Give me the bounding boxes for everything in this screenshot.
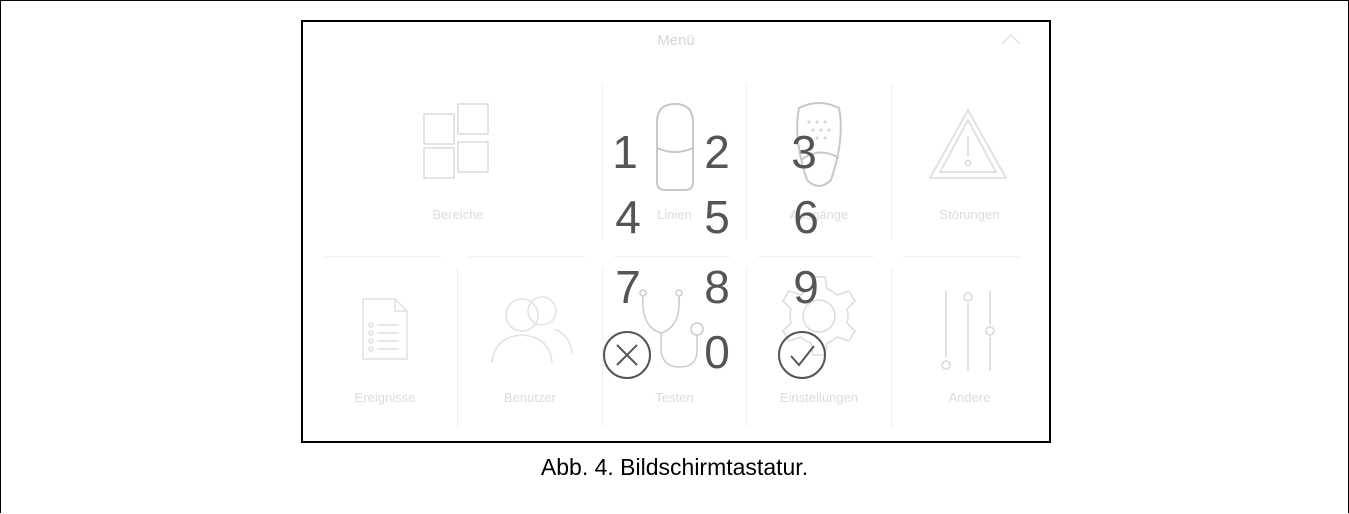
key-4[interactable]: 4 (598, 187, 658, 247)
key-5[interactable]: 5 (687, 187, 747, 247)
tile-andere[interactable]: Andere (892, 267, 1047, 427)
tile-label: Andere (948, 390, 991, 405)
tile-label: Störungen (939, 207, 1000, 222)
tile-label: Einstellungen (779, 390, 859, 405)
key-2[interactable]: 2 (687, 122, 747, 182)
key-9[interactable]: 9 (776, 257, 836, 317)
tile-label: Benutzer (503, 390, 557, 405)
warning-icon (928, 107, 1008, 179)
chevron-up-icon[interactable] (1000, 32, 1022, 46)
key-3[interactable]: 3 (774, 122, 834, 182)
tile-label: Testen (655, 390, 694, 405)
grid-divider (903, 256, 1019, 257)
tile-benutzer[interactable]: Benutzer (458, 267, 602, 427)
partitions-icon (423, 103, 489, 179)
tile-label: Bereiche (432, 207, 484, 222)
tile-label: Ereignisse (354, 390, 416, 405)
sliders-icon (941, 291, 995, 371)
key-1[interactable]: 1 (595, 122, 655, 182)
figure-caption: Abb. 4. Bildschirmtastatur. (540, 454, 809, 480)
tile-bereiche[interactable]: Bereiche (313, 84, 603, 244)
users-icon (491, 296, 573, 364)
key-6[interactable]: 6 (776, 187, 836, 247)
key-0[interactable]: 0 (687, 322, 747, 382)
tile-ereignisse[interactable]: Ereignisse (313, 267, 457, 427)
grid-divider (325, 256, 441, 257)
menu-title: Menü (657, 32, 695, 49)
tile-stoerungen[interactable]: Störungen (892, 84, 1047, 244)
touchscreen: Menü Bereiche Linien Ausgänge Störungen … (301, 20, 1051, 443)
key-8[interactable]: 8 (687, 257, 747, 317)
check-circle-icon[interactable] (776, 329, 828, 381)
key-7[interactable]: 7 (598, 257, 658, 317)
event-log-icon (362, 298, 408, 360)
grid-divider (469, 256, 585, 257)
cancel-circle-icon[interactable] (601, 329, 653, 381)
